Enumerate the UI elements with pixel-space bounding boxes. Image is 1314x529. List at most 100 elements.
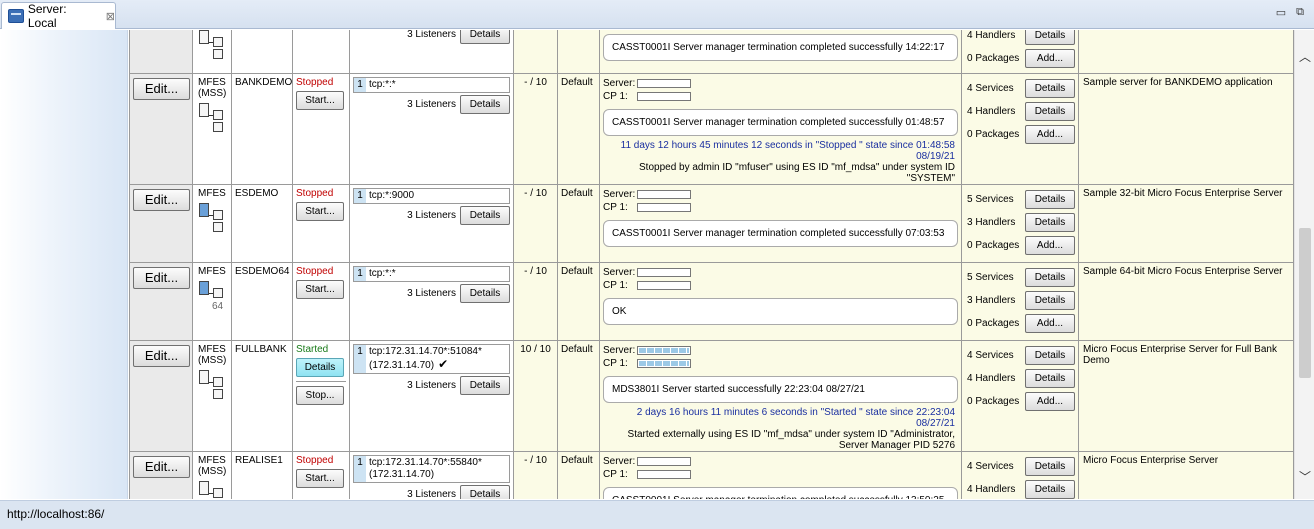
cp-meter: CP 1: xyxy=(603,201,958,214)
server-name[interactable]: BANKDEMO xyxy=(232,74,292,88)
edit-button[interactable]: Edit... xyxy=(133,345,190,367)
service-action-button[interactable]: Add... xyxy=(1025,125,1075,144)
log-cell: Server: CP 1: CASST0001I Server manager te… xyxy=(599,184,962,263)
service-row: 3 Handlers Details xyxy=(967,289,1075,312)
status-label: Stopped xyxy=(296,266,334,277)
server-meter-label: Server: xyxy=(603,78,636,89)
cp-meter: CP 1: xyxy=(603,279,958,292)
status-action-button[interactable]: Stop... xyxy=(296,386,344,405)
server-description: Micro Focus Enterprise Server xyxy=(1083,455,1219,466)
listener-entry[interactable]: 1 tcp:172.31.14.70*:55840* (172.31.14.70) xyxy=(353,455,510,483)
service-action-button[interactable]: Details xyxy=(1025,369,1075,388)
scrollbar-thumb[interactable] xyxy=(1299,228,1311,378)
description-cell: Sample 32-bit Micro Focus Enterprise Ser… xyxy=(1078,184,1294,263)
server-row: Edit... MFES (MSS) BANKDEMO Stopped Start...… xyxy=(129,73,1294,185)
log-cell: CASST0001I Server manager termination co… xyxy=(599,30,962,74)
service-action-button[interactable]: Details xyxy=(1025,291,1075,310)
service-text: 0 Packages xyxy=(967,318,1020,329)
cp-meter-bar xyxy=(637,203,691,212)
status-action-button[interactable]: Details xyxy=(296,358,344,377)
security-cell: Default xyxy=(557,340,600,452)
listener-count: 3 Listeners xyxy=(407,99,456,110)
listener-entry[interactable]: 1 tcp:172.31.14.70*:51084* (172.31.14.70)… xyxy=(353,344,510,374)
listener-details-button[interactable]: Details xyxy=(460,30,510,44)
service-text: 0 Packages xyxy=(967,129,1020,140)
listener-entry[interactable]: 1 tcp:*:* xyxy=(353,77,510,93)
log-note: Stopped by admin ID "mfuser" using ES ID… xyxy=(639,162,955,184)
service-action-button[interactable]: Details xyxy=(1025,268,1075,287)
listener-address: tcp:172.31.14.70*:55840* (172.31.14.70) xyxy=(366,456,509,482)
status-cell: Started Details Stop... xyxy=(292,340,350,452)
server-row: Edit... 3 Listeners Details CASST0001I Serv… xyxy=(129,30,1294,74)
servers-table: Edit... 3 Listeners Details CASST0001I Serv… xyxy=(129,30,1294,499)
name-cell xyxy=(231,30,293,74)
service-row: 0 Packages Add... xyxy=(967,390,1075,413)
listener-details-button[interactable]: Details xyxy=(460,284,510,303)
service-action-button[interactable]: Details xyxy=(1025,480,1075,499)
edit-button[interactable]: Edit... xyxy=(133,456,190,478)
listener-entry[interactable]: 1 tcp:*:9000 xyxy=(353,188,510,204)
service-action-button[interactable]: Add... xyxy=(1025,392,1075,411)
listeners-cell: 3 Listeners Details xyxy=(349,30,514,74)
service-action-button[interactable]: Add... xyxy=(1025,314,1075,333)
scroll-up-icon[interactable]: ︿ xyxy=(1295,48,1314,65)
status-action-button[interactable]: Start... xyxy=(296,202,344,221)
count-cell: - / 10 xyxy=(513,184,558,263)
listener-details-button[interactable]: Details xyxy=(460,485,510,499)
server-name[interactable]: FULLBANK xyxy=(232,341,292,355)
listener-address-text: tcp:*:* xyxy=(369,79,396,90)
server-meter: Server: xyxy=(603,266,958,279)
service-action-button[interactable]: Details xyxy=(1025,213,1075,232)
maximize-icon[interactable]: ⧉ xyxy=(1296,6,1304,19)
server-name[interactable]: ESDEMO64 xyxy=(232,263,292,277)
listener-details-button[interactable]: Details xyxy=(460,95,510,114)
service-action-button[interactable]: Details xyxy=(1025,457,1075,476)
log-state-line: 11 days 12 hours 45 minutes 12 seconds i… xyxy=(620,140,955,162)
service-action-button[interactable]: Details xyxy=(1025,102,1075,121)
listener-address: tcp:*:9000 xyxy=(366,189,509,203)
minimize-icon[interactable]: ▭ xyxy=(1276,6,1286,19)
edit-button[interactable]: Edit... xyxy=(133,189,190,211)
edit-button[interactable]: Edit... xyxy=(133,267,190,289)
count-cell: 10 / 10 xyxy=(513,340,558,452)
server-name[interactable]: REALISE1 xyxy=(232,452,292,466)
server-type: MFES (MSS) xyxy=(198,77,227,99)
cp-meter: CP 1: xyxy=(603,357,958,370)
server-meter-label: Server: xyxy=(603,345,636,356)
listener-entry[interactable]: 1 tcp:*:* xyxy=(353,266,510,282)
server-name[interactable]: ESDEMO xyxy=(232,185,292,199)
tab-server-local[interactable]: Server: Local ⊠ xyxy=(1,2,116,30)
service-action-button[interactable]: Add... xyxy=(1025,236,1075,255)
server-network-icon xyxy=(197,30,229,60)
scroll-down-icon[interactable]: ﹀ xyxy=(1295,468,1314,485)
service-row: 4 Handlers Details xyxy=(967,30,1075,47)
service-text: 4 Handlers xyxy=(967,484,1016,495)
listener-details-button[interactable]: Details xyxy=(460,206,510,225)
listener-address-text: tcp:*:9000 xyxy=(369,190,415,201)
service-text: 5 Services xyxy=(967,272,1014,283)
listener-details-button[interactable]: Details xyxy=(460,376,510,395)
listener-summary: 3 Listeners Details xyxy=(350,206,510,225)
service-text: 0 Packages xyxy=(967,396,1020,407)
status-cell: Stopped Start... xyxy=(292,451,350,499)
status-action-button[interactable]: Start... xyxy=(296,469,344,488)
service-action-button[interactable]: Details xyxy=(1025,30,1075,45)
status-cell: Stopped Start... xyxy=(292,184,350,263)
description-cell: Sample server for BANKDEMO application xyxy=(1078,73,1294,185)
vertical-scrollbar[interactable]: ︿ ﹀ xyxy=(1294,30,1314,499)
server-type: MFES (MSS) xyxy=(198,455,227,477)
status-action-button[interactable]: Start... xyxy=(296,91,344,110)
edit-button[interactable]: Edit... xyxy=(133,78,190,100)
process-count: - / 10 xyxy=(524,266,547,277)
status-action-button[interactable]: Start... xyxy=(296,280,344,299)
service-row: 0 Packages Add... xyxy=(967,123,1075,146)
log-cell: Server: CP 1: CASST0001I Server manager te… xyxy=(599,451,962,499)
service-action-button[interactable]: Details xyxy=(1025,79,1075,98)
service-action-button[interactable]: Details xyxy=(1025,190,1075,209)
service-action-button[interactable]: Add... xyxy=(1025,49,1075,68)
log-state-line: 2 days 16 hours 11 minutes 6 seconds in … xyxy=(636,407,955,429)
listener-index: 1 xyxy=(354,456,366,482)
service-action-button[interactable]: Details xyxy=(1025,346,1075,365)
type-cell: MFES xyxy=(192,184,232,263)
close-icon[interactable]: ⊠ xyxy=(106,10,115,23)
